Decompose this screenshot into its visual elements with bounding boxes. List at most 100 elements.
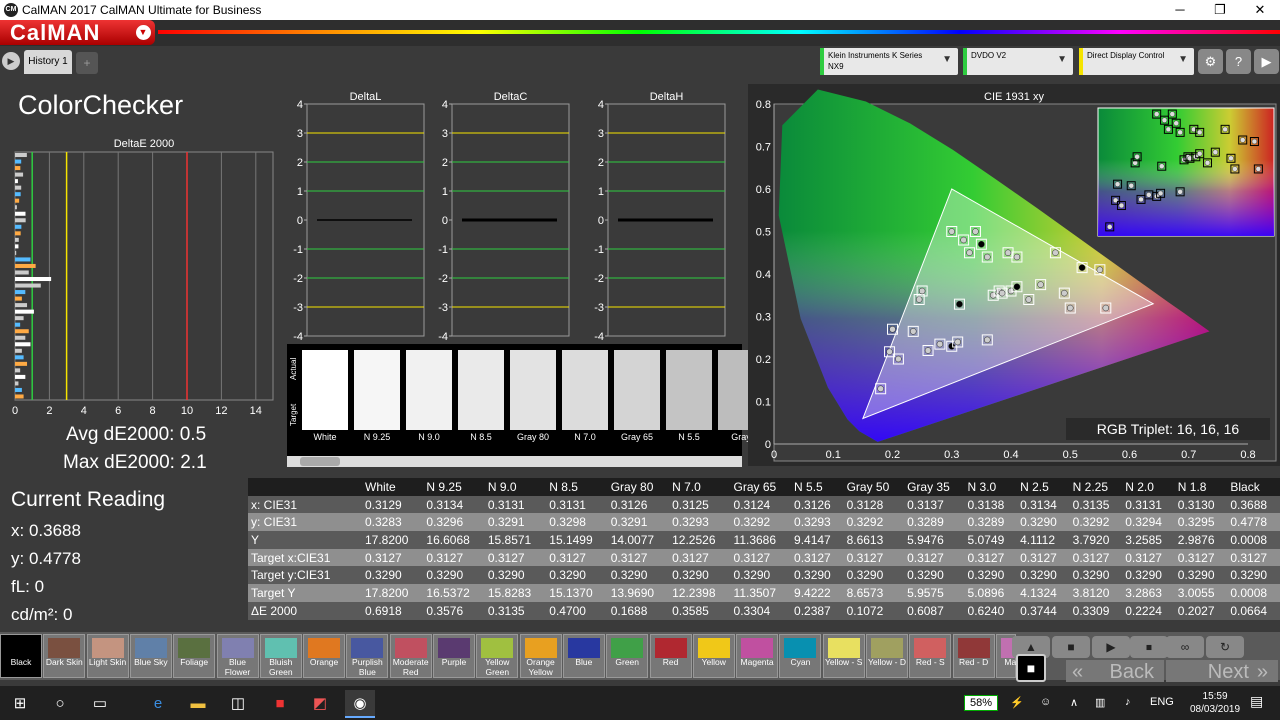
delta-charts: DeltaL 4 3 2 1 0 -1 -2 -3 -4 DeltaC 4 3 2 1 0 -1 -2 -3 -4 De… bbox=[293, 91, 726, 343]
patch-button-21[interactable]: Red - S bbox=[909, 634, 952, 678]
patch-button-5[interactable]: Blue Flower bbox=[216, 634, 259, 678]
menu-icon[interactable]: ▶ bbox=[1254, 49, 1279, 74]
start-icon[interactable]: ⊞ bbox=[5, 690, 35, 718]
maximize-button[interactable]: ❐ bbox=[1200, 0, 1240, 20]
patch-label: Red - S bbox=[915, 657, 945, 667]
table-cell: 0.3127 bbox=[1230, 550, 1268, 565]
notification-icon[interactable]: ▤ bbox=[1250, 693, 1263, 710]
table-cell: 0.3585 bbox=[672, 603, 709, 618]
calman-logo[interactable]: CalMAN ▼ bbox=[0, 20, 155, 45]
delta-y-tick: 2 bbox=[598, 157, 604, 169]
de-bar bbox=[15, 290, 26, 295]
patch-button-20[interactable]: Yellow - D bbox=[866, 634, 908, 678]
delta-y-tick: 4 bbox=[598, 99, 604, 111]
people-icon[interactable]: ☺ bbox=[1040, 696, 1051, 708]
table-cell: 3.0055 bbox=[1177, 585, 1215, 600]
mail-app-icon[interactable]: ■ bbox=[265, 690, 295, 718]
history-nav-icon[interactable]: ▶ bbox=[2, 52, 20, 70]
clock[interactable]: 15:59 08/03/2019 bbox=[1190, 690, 1240, 716]
patch-button-16[interactable]: Yellow bbox=[692, 634, 735, 678]
store-icon[interactable]: ◫ bbox=[223, 690, 253, 718]
table-row: Target x:CIE31 0.3127 0.3127 0.3127 0.3127 0.… bbox=[248, 548, 1280, 567]
control-button-5[interactable]: ↻ bbox=[1206, 636, 1244, 658]
patch-button-6[interactable]: Bluish Green bbox=[259, 634, 302, 678]
tab-history-1[interactable]: History 1 bbox=[24, 50, 72, 74]
stop-icon[interactable]: ■ bbox=[1016, 654, 1046, 682]
table-header-cell: N 8.5 bbox=[549, 479, 578, 494]
add-tab-button[interactable]: + bbox=[76, 52, 98, 74]
language-indicator[interactable]: ENG bbox=[1150, 696, 1174, 708]
edge-icon[interactable]: e bbox=[143, 690, 173, 718]
control-button-3[interactable]: ⏹ bbox=[1130, 636, 1168, 658]
cie-measured-point bbox=[984, 336, 991, 344]
patch-button-4[interactable]: Foliage bbox=[173, 634, 216, 678]
close-button[interactable]: ✕ bbox=[1240, 0, 1280, 20]
patch-button-0[interactable]: Black bbox=[0, 634, 42, 678]
cie-chart: CIE 1931 xy 0 0.1 0.2 0.3 0.4 0.5 0.6 0.7 0.8 0 0.1… bbox=[748, 84, 1280, 466]
patch-button-2[interactable]: Light Skin bbox=[86, 634, 129, 678]
table-cell: 0.3290 bbox=[794, 568, 831, 583]
control-button-1[interactable]: ■ bbox=[1052, 636, 1090, 658]
patch-button-14[interactable]: Green bbox=[606, 634, 649, 678]
table-cell: 0.3290 bbox=[610, 568, 648, 583]
patch-button-1[interactable]: Dark Skin bbox=[43, 634, 86, 678]
swatch-scrollbar[interactable] bbox=[287, 456, 742, 467]
device-selector-3[interactable]: Direct Display Control ▼ bbox=[1079, 48, 1194, 75]
table-row: Target Y 17.8200 16.5372 15.8283 15.1370 13.9… bbox=[248, 584, 1280, 602]
file-explorer-icon[interactable]: ▬ bbox=[183, 690, 213, 718]
patch-button-10[interactable]: Purple bbox=[433, 634, 475, 678]
network-icon[interactable]: ▥ bbox=[1095, 696, 1105, 709]
table-cell: 0.3289 bbox=[907, 515, 944, 530]
de-x-tick: 14 bbox=[250, 405, 262, 417]
patch-label: Dark Skin bbox=[45, 657, 83, 667]
plug-icon[interactable]: ⚡ bbox=[1010, 696, 1024, 709]
control-button-2[interactable]: ▶ bbox=[1092, 636, 1130, 658]
patch-button-11[interactable]: Yellow Green bbox=[476, 634, 519, 678]
max-de: Max dE2000: 2.1 bbox=[63, 452, 207, 473]
patch-button-18[interactable]: Cyan bbox=[779, 634, 822, 678]
table-cell: 0.3124 bbox=[733, 497, 771, 512]
patch-button-19[interactable]: Yellow - S bbox=[822, 634, 865, 678]
patch-button-17[interactable]: Magenta bbox=[736, 634, 779, 678]
patch-button-8[interactable]: Purplish Blue bbox=[346, 634, 389, 678]
device-selector-2[interactable]: DVDO V2 ▼ bbox=[963, 48, 1073, 75]
swatch-1 bbox=[354, 350, 400, 430]
swatch-scroll-thumb[interactable] bbox=[300, 457, 340, 466]
logo-menu-icon[interactable]: ▼ bbox=[136, 25, 151, 40]
chevron-up-icon[interactable]: ∧ bbox=[1070, 696, 1078, 709]
help-icon[interactable]: ? bbox=[1226, 49, 1251, 74]
table-cell: 0.6918 bbox=[365, 603, 402, 618]
avg-de: Avg dE2000: 0.5 bbox=[66, 424, 207, 445]
table-cell: 0.3304 bbox=[733, 603, 771, 618]
table-cell: 0.3688 bbox=[1230, 497, 1268, 512]
device-selector-1[interactable]: Klein Instruments K Series NX9 ▼ bbox=[820, 48, 958, 75]
patch-label: Blue Sky bbox=[134, 657, 168, 667]
patch-button-12[interactable]: Orange Yellow bbox=[519, 634, 562, 678]
patch-button-7[interactable]: Orange bbox=[303, 634, 346, 678]
gear-icon[interactable]: ⚙ bbox=[1198, 49, 1223, 74]
inset-measured-point bbox=[1165, 126, 1172, 133]
swatch-0 bbox=[302, 350, 348, 430]
task-view-icon[interactable]: ▭ bbox=[85, 690, 115, 718]
patch-button-22[interactable]: Red - D bbox=[952, 634, 995, 678]
patch-button-13[interactable]: Blue bbox=[562, 634, 605, 678]
swatch-label: White bbox=[313, 432, 337, 442]
next-button[interactable]: Next » bbox=[1166, 660, 1278, 683]
table-header-cell: White bbox=[365, 479, 396, 494]
battery-indicator[interactable]: 58% bbox=[964, 695, 998, 711]
table-cell: 0.3127 bbox=[1072, 550, 1110, 565]
patch-button-3[interactable]: Blue Sky bbox=[129, 634, 172, 678]
patch-button-9[interactable]: Moderate Red bbox=[389, 634, 432, 678]
patch-button-15[interactable]: Red bbox=[649, 634, 692, 678]
table-cell: 17.8200 bbox=[365, 532, 409, 547]
table-cell: 0.3283 bbox=[365, 515, 402, 530]
volume-icon[interactable]: ♪ bbox=[1125, 696, 1131, 708]
delta-y-tick: -2 bbox=[293, 273, 303, 285]
control-button-4[interactable]: ∞ bbox=[1166, 636, 1204, 658]
office-app-icon[interactable]: ◩ bbox=[305, 690, 335, 718]
back-button[interactable]: « Back bbox=[1066, 660, 1164, 683]
minimize-button[interactable]: ─ bbox=[1160, 0, 1200, 20]
table-cell: 0.3134 bbox=[1020, 497, 1057, 512]
search-icon[interactable]: ○ bbox=[45, 690, 75, 718]
calman-taskbar-icon[interactable]: ◉ bbox=[345, 690, 375, 718]
